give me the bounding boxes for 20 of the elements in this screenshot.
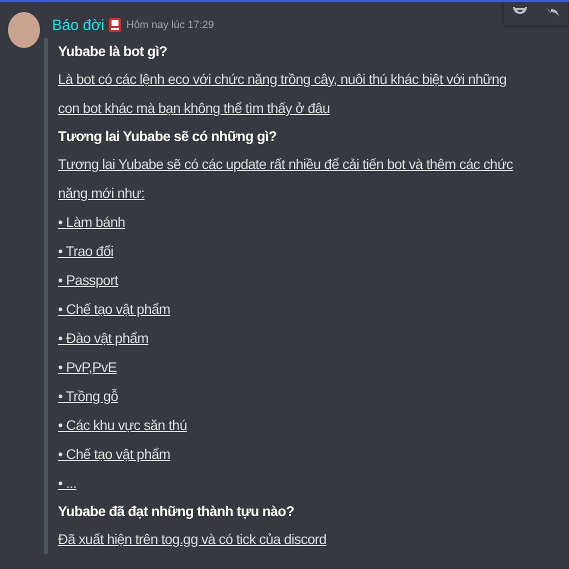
- quote-link[interactable]: Là bot có các lệnh eco với chức năng trồng cây, nuôi thú khác biệt với những con bot khác mà bạn không thể tìm thấy ở đâu: [58, 65, 528, 123]
- quote-link[interactable]: • Đào vật phẩm: [58, 324, 148, 353]
- quote-link[interactable]: • Trồng gỗ: [58, 382, 118, 411]
- quote-link[interactable]: Tương lai Yubabe sẽ có các update rất nhiều để cải tiến bot và thêm các chức năng mới như:: [58, 150, 528, 208]
- quote-link[interactable]: Đã xuất hiện trên tog.gg và có tick của discord: [58, 525, 326, 554]
- quote-link[interactable]: • Chế tạo vật phẩm: [58, 440, 170, 469]
- quote-link[interactable]: • Passport: [58, 266, 118, 295]
- quote-link[interactable]: • Trao đổi: [58, 237, 114, 266]
- badge-icon: [108, 17, 122, 33]
- avatar[interactable]: [8, 12, 40, 48]
- quote-heading: Tương lai Yubabe sẽ có những gì?: [58, 127, 278, 146]
- quote-heading: Yubabe đã đạt những thành tựu nào?: [58, 502, 296, 521]
- quote-heading: Yubabe là bot gì?: [58, 42, 168, 61]
- quote-link[interactable]: • Các khu vực săn thú: [58, 411, 187, 440]
- quote-link[interactable]: • ...: [58, 469, 76, 498]
- quote-link[interactable]: • Làm bánh: [58, 208, 126, 237]
- quote-link[interactable]: • Chế tạo vật phẩm: [58, 295, 170, 324]
- timestamp: Hôm nay lúc 17:29: [126, 19, 214, 31]
- quote-link[interactable]: • PvP,PvE: [58, 353, 117, 382]
- author-name[interactable]: Báo đời: [52, 16, 104, 34]
